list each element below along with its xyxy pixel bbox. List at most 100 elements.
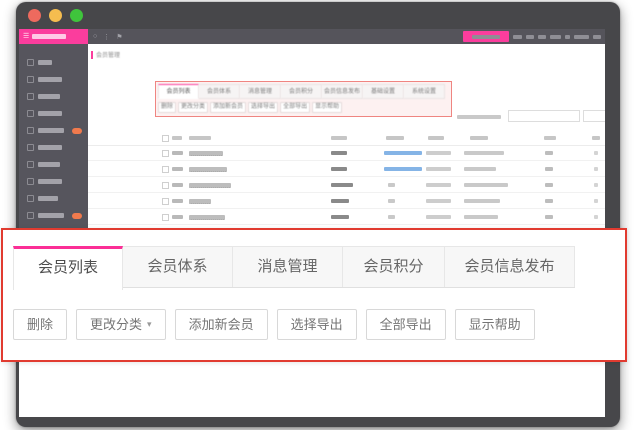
mini-search-input[interactable] bbox=[583, 110, 605, 122]
notification-badge bbox=[72, 128, 82, 134]
cell-name[interactable] bbox=[189, 183, 231, 188]
mini-sidebar-item[interactable] bbox=[19, 105, 88, 122]
export-all-button-label: 全部导出 bbox=[380, 310, 432, 339]
mini-sidebar-item-label bbox=[38, 179, 62, 184]
callout-action-button-row: 删除 更改分类▾ 添加新会员 选择导出 全部导出 显示帮助 bbox=[13, 309, 615, 340]
mini-column-header bbox=[592, 136, 600, 140]
mini-sidebar-item-label bbox=[38, 128, 64, 133]
cell-email bbox=[464, 215, 498, 219]
cell-dash bbox=[594, 215, 598, 219]
mini-tab[interactable]: 消息管理 bbox=[240, 84, 281, 99]
cell-name[interactable] bbox=[189, 199, 211, 204]
mini-sidebar-item[interactable] bbox=[19, 173, 88, 190]
show-help-button[interactable]: 显示帮助 bbox=[455, 309, 535, 340]
mini-topbar-menu-item[interactable] bbox=[593, 35, 601, 39]
cell-link[interactable] bbox=[384, 151, 422, 155]
mini-topbar-pink-button[interactable] bbox=[463, 31, 509, 42]
table-row bbox=[88, 177, 605, 193]
mini-sidebar-item[interactable] bbox=[19, 54, 88, 71]
cell-email bbox=[464, 167, 496, 171]
export-all-button[interactable]: 全部导出 bbox=[366, 309, 446, 340]
mini-sidebar-item[interactable] bbox=[19, 207, 88, 224]
mini-tab[interactable]: 会员列表 bbox=[158, 84, 199, 99]
mini-admin-topbar: ☰ ○ ⋮ ⚑ bbox=[19, 29, 605, 44]
menu-icon bbox=[27, 127, 34, 134]
cell-link[interactable] bbox=[384, 167, 422, 171]
row-checkbox[interactable] bbox=[162, 166, 169, 173]
circle-icon[interactable]: ○ bbox=[93, 33, 97, 40]
mini-column-header bbox=[331, 136, 347, 140]
close-window-button[interactable] bbox=[28, 9, 41, 22]
mini-table-header bbox=[88, 130, 605, 146]
mini-search-label bbox=[457, 115, 501, 119]
cell-name[interactable] bbox=[189, 167, 227, 172]
mini-brand-logo[interactable]: ☰ bbox=[19, 29, 88, 44]
delete-button-label: 删除 bbox=[27, 310, 53, 339]
cell-none bbox=[388, 215, 395, 219]
mini-topbar-menu-item[interactable] bbox=[565, 35, 570, 39]
change-category-button-label: 更改分类 bbox=[90, 310, 142, 339]
cell-id bbox=[172, 151, 183, 155]
cell-name[interactable] bbox=[189, 215, 225, 220]
mini-sidebar-item[interactable] bbox=[19, 88, 88, 105]
mini-topbar-menu-item[interactable] bbox=[538, 35, 546, 39]
tab-member-system[interactable]: 会员体系 bbox=[123, 246, 233, 287]
mini-tab[interactable]: 会员体系 bbox=[199, 84, 240, 99]
mini-column-header bbox=[386, 136, 404, 140]
tab-member-points[interactable]: 会员积分 bbox=[343, 246, 445, 287]
cell-dash bbox=[594, 151, 598, 155]
mini-filter-select[interactable] bbox=[508, 110, 580, 122]
flag-icon[interactable]: ⚑ bbox=[116, 33, 122, 41]
cell-number bbox=[545, 199, 553, 203]
delete-button[interactable]: 删除 bbox=[13, 309, 67, 340]
change-category-button[interactable]: 更改分类▾ bbox=[76, 309, 166, 340]
mini-topbar-menu-item[interactable] bbox=[513, 35, 522, 39]
row-checkbox[interactable] bbox=[162, 150, 169, 157]
mini-tab[interactable]: 会员信息发布 bbox=[322, 84, 363, 99]
mini-page-title: 会员管理 bbox=[96, 50, 120, 59]
window-titlebar bbox=[16, 2, 620, 29]
menu-icon bbox=[27, 161, 34, 168]
dots-icon[interactable]: ⋮ bbox=[103, 33, 110, 41]
cell-credit bbox=[331, 167, 347, 171]
cell-id bbox=[172, 199, 183, 203]
mini-tab[interactable]: 基础设置 bbox=[363, 84, 404, 99]
mini-topbar-menu-item[interactable] bbox=[574, 35, 589, 39]
mini-sidebar-item[interactable] bbox=[19, 122, 88, 139]
mini-column-header bbox=[428, 136, 444, 140]
notification-badge bbox=[72, 213, 82, 219]
menu-icon bbox=[27, 178, 34, 185]
export-selected-button[interactable]: 选择导出 bbox=[277, 309, 357, 340]
row-checkbox[interactable] bbox=[162, 182, 169, 189]
mini-topbar-menu-item[interactable] bbox=[550, 35, 561, 39]
cell-credit bbox=[331, 183, 353, 187]
table-row bbox=[88, 161, 605, 177]
tab-member-info-publish[interactable]: 会员信息发布 bbox=[445, 246, 575, 287]
add-member-button-label: 添加新会员 bbox=[189, 310, 254, 339]
menu-icon bbox=[27, 195, 34, 202]
mini-sidebar-item[interactable] bbox=[19, 190, 88, 207]
cell-id bbox=[172, 167, 183, 171]
mini-page-title-row: 会员管理 bbox=[91, 50, 120, 59]
mini-tab[interactable]: 系统设置 bbox=[404, 84, 445, 99]
cell-name[interactable] bbox=[189, 151, 223, 156]
tab-member-list[interactable]: 会员列表 bbox=[13, 246, 123, 290]
cell-date bbox=[426, 215, 451, 219]
cell-email bbox=[464, 151, 504, 155]
row-checkbox[interactable] bbox=[162, 198, 169, 205]
tab-message-management[interactable]: 消息管理 bbox=[233, 246, 343, 287]
cell-number bbox=[545, 215, 553, 219]
mini-sidebar-item[interactable] bbox=[19, 71, 88, 88]
cell-number bbox=[545, 183, 553, 187]
select-all-checkbox[interactable] bbox=[162, 135, 169, 142]
cell-email bbox=[464, 183, 508, 187]
zoom-window-button[interactable] bbox=[70, 9, 83, 22]
mini-topbar-menu-item[interactable] bbox=[526, 35, 534, 39]
add-member-button[interactable]: 添加新会员 bbox=[175, 309, 268, 340]
row-checkbox[interactable] bbox=[162, 214, 169, 221]
mini-tab-bar: 会员列表 会员体系 消息管理 会员积分 会员信息发布 基础设置 系统设置 bbox=[158, 84, 445, 99]
mini-sidebar-item[interactable] bbox=[19, 156, 88, 173]
minimize-window-button[interactable] bbox=[49, 9, 62, 22]
mini-tab[interactable]: 会员积分 bbox=[281, 84, 322, 99]
mini-sidebar-item[interactable] bbox=[19, 139, 88, 156]
